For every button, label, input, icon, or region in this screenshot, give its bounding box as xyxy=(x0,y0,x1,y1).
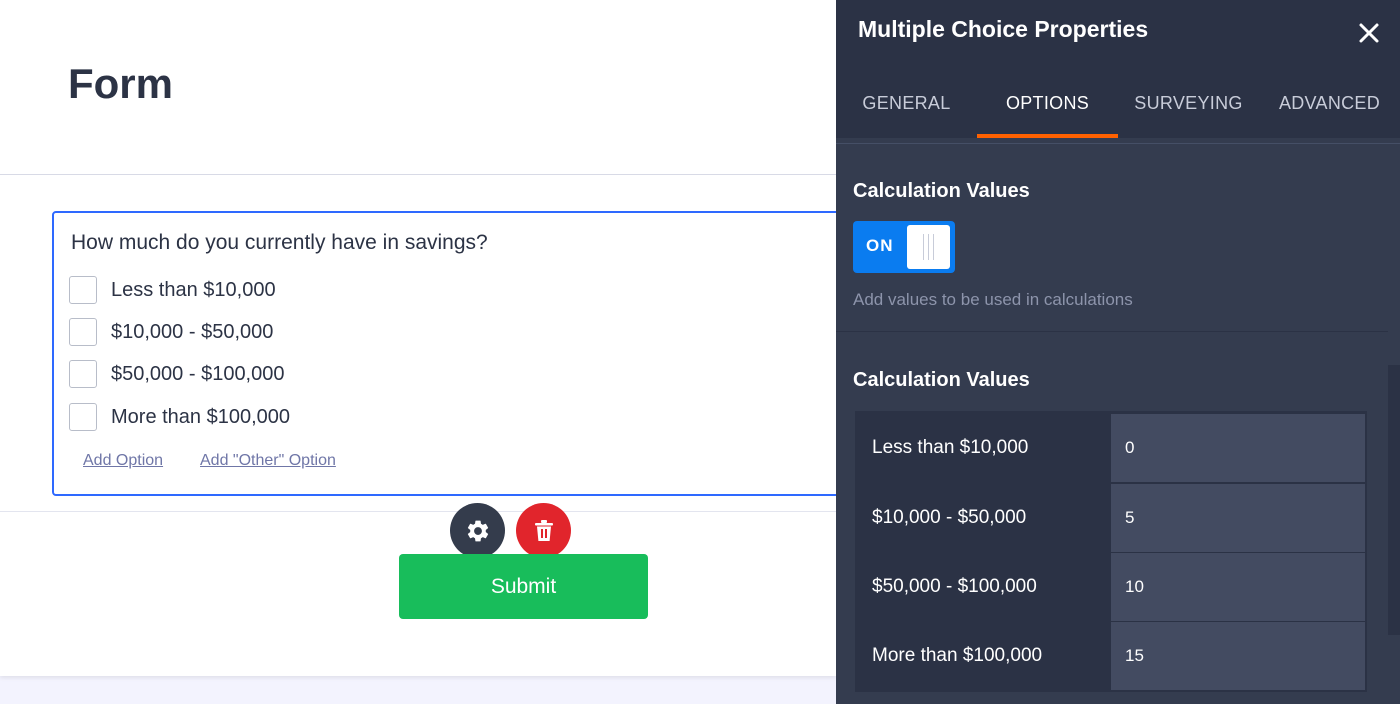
tab-options[interactable]: OPTIONS xyxy=(977,68,1118,138)
table-row: Less than $10,000 0 xyxy=(855,414,1367,482)
option-item[interactable]: $50,000 - $100,000 xyxy=(69,360,285,388)
option-item[interactable]: $10,000 - $50,000 xyxy=(69,318,273,346)
calc-row-label: $50,000 - $100,000 xyxy=(855,553,1110,621)
add-other-option-link[interactable]: Add "Other" Option xyxy=(200,452,336,470)
add-option-link[interactable]: Add Option xyxy=(83,452,163,470)
question-field[interactable]: How much do you currently have in saving… xyxy=(52,211,852,496)
panel-scrollbar-thumb[interactable] xyxy=(1388,365,1400,635)
option-checkbox[interactable] xyxy=(69,276,97,304)
table-row: More than $100,000 15 xyxy=(855,622,1367,690)
form-card: Form How much do you currently have in s… xyxy=(0,0,852,676)
calc-row-label: More than $100,000 xyxy=(855,622,1110,690)
form-header: Form xyxy=(0,0,836,175)
trash-icon xyxy=(534,519,553,541)
field-settings-button[interactable] xyxy=(450,503,505,558)
table-row: $50,000 - $100,000 10 xyxy=(855,553,1367,621)
tab-surveying[interactable]: SURVEYING xyxy=(1118,68,1259,138)
option-label[interactable]: $50,000 - $100,000 xyxy=(111,363,285,386)
calc-value-input[interactable]: 15 xyxy=(1111,622,1365,690)
calc-values-toggle[interactable]: ON xyxy=(853,221,955,273)
option-item[interactable]: Less than $10,000 xyxy=(69,276,276,304)
toggle-state-label: ON xyxy=(866,236,894,255)
gear-icon xyxy=(467,520,488,541)
form-area: Form How much do you currently have in s… xyxy=(0,0,852,704)
form-title: Form xyxy=(68,60,173,107)
table-row: $10,000 - $50,000 5 xyxy=(855,484,1367,552)
calc-value-input[interactable]: 5 xyxy=(1111,484,1365,552)
properties-panel: Multiple Choice Properties GENERAL OPTIO… xyxy=(836,0,1400,704)
calc-value-input[interactable]: 0 xyxy=(1111,414,1365,482)
calc-row-label: $10,000 - $50,000 xyxy=(855,484,1110,552)
calc-toggle-title: Calculation Values xyxy=(853,180,1030,202)
panel-tabs: GENERAL OPTIONS SURVEYING ADVANCED xyxy=(836,68,1400,138)
toggle-knob[interactable] xyxy=(907,225,950,269)
calc-toggle-description: Add values to be used in calculations xyxy=(853,290,1133,309)
calc-values-table: Less than $10,000 0 $10,000 - $50,000 5 … xyxy=(855,411,1367,692)
option-label[interactable]: Less than $10,000 xyxy=(111,279,276,302)
panel-title: Multiple Choice Properties xyxy=(858,16,1149,42)
option-item[interactable]: More than $100,000 xyxy=(69,403,290,431)
calc-value-input[interactable]: 10 xyxy=(1111,553,1365,621)
calc-row-label: Less than $10,000 xyxy=(855,414,1110,482)
delete-field-button[interactable] xyxy=(516,503,571,558)
tab-general[interactable]: GENERAL xyxy=(836,68,977,138)
panel-header: Multiple Choice Properties xyxy=(836,0,1400,68)
close-icon[interactable] xyxy=(1354,18,1384,48)
option-label[interactable]: $10,000 - $50,000 xyxy=(111,321,273,344)
question-label[interactable]: How much do you currently have in saving… xyxy=(71,231,488,255)
option-checkbox[interactable] xyxy=(69,318,97,346)
option-checkbox[interactable] xyxy=(69,403,97,431)
option-checkbox[interactable] xyxy=(69,360,97,388)
option-label[interactable]: More than $100,000 xyxy=(111,406,290,429)
submit-button[interactable]: Submit xyxy=(399,554,648,619)
calc-toggle-section: Calculation Values ON Add values to be u… xyxy=(836,144,1388,332)
tab-advanced[interactable]: ADVANCED xyxy=(1259,68,1400,138)
calc-values-title: Calculation Values xyxy=(853,369,1030,391)
field-divider xyxy=(0,511,836,512)
